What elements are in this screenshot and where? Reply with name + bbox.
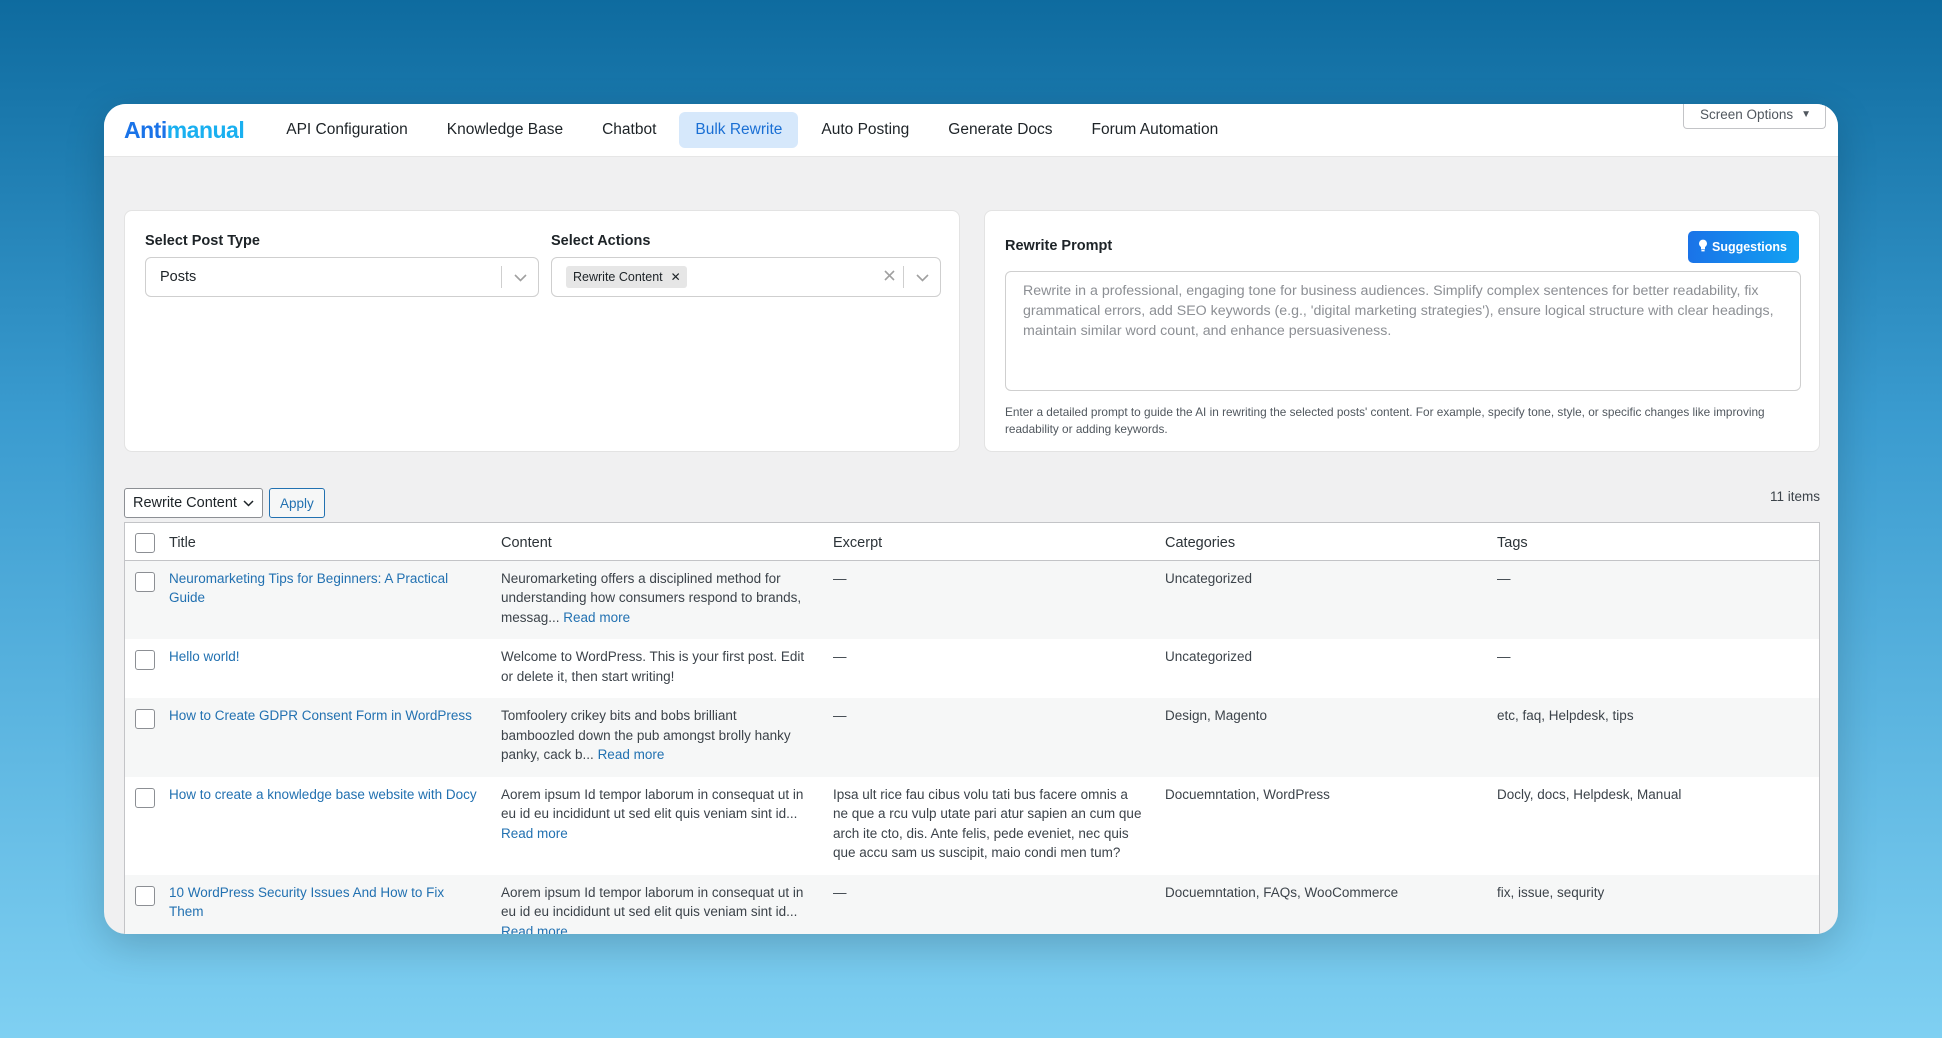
row-checkbox[interactable] [135, 571, 155, 592]
bulk-action-select[interactable]: Rewrite Content [124, 488, 263, 518]
post-excerpt: — [833, 649, 847, 664]
post-title-link[interactable]: Neuromarketing Tips for Beginners: A Pra… [169, 571, 448, 606]
rewrite-prompt-input[interactable] [1005, 271, 1801, 391]
tab-auto-posting[interactable]: Auto Posting [805, 112, 925, 148]
post-content: Aorem ipsum Id tempor laborum in consequ… [501, 786, 804, 822]
post-excerpt: — [833, 874, 1165, 934]
post-type-select[interactable]: Posts [145, 257, 539, 297]
chevron-down-icon [243, 499, 254, 507]
apply-button[interactable]: Apply [268, 488, 325, 518]
post-tags: — [1497, 560, 1819, 639]
table-row: 10 WordPress Security Issues And How to … [125, 874, 1819, 935]
post-content: Neuromarketing offers a disciplined meth… [501, 570, 802, 625]
post-tags: etc, faq, Helpdesk, tips [1497, 698, 1819, 777]
read-more-link[interactable]: Read more [501, 924, 568, 935]
tab-forum-automation[interactable]: Forum Automation [1076, 112, 1235, 148]
caret-down-icon: ▼ [1801, 109, 1811, 120]
post-type-value: Posts [160, 269, 197, 285]
chip-remove-icon[interactable]: ✕ [671, 270, 681, 284]
suggestions-button[interactable]: Suggestions [1687, 231, 1799, 263]
row-checkbox[interactable] [135, 650, 155, 670]
row-checkbox[interactable] [135, 709, 155, 729]
row-checkbox[interactable] [135, 787, 155, 808]
post-filter-panel: Select Post Type Posts Select Actions Re… [124, 210, 960, 452]
chevron-down-icon[interactable] [502, 269, 538, 285]
action-chip: Rewrite Content ✕ [566, 266, 687, 288]
read-more-link[interactable]: Read more [598, 747, 665, 762]
post-title-link[interactable]: 10 WordPress Security Issues And How to … [169, 885, 444, 920]
post-excerpt: — [833, 560, 1165, 639]
bulk-actions: Rewrite Content Apply [124, 488, 325, 518]
posts-table: Title Content Excerpt Categories Tags Ne… [124, 522, 1820, 934]
action-chip-label: Rewrite Content [573, 270, 663, 284]
post-title-link[interactable]: Hello world! [169, 649, 240, 664]
tab-bulk-rewrite[interactable]: Bulk Rewrite [679, 112, 799, 148]
post-content: Welcome to WordPress. This is your first… [501, 649, 805, 684]
items-count: 11 items [1769, 489, 1820, 504]
tab-knowledge-base[interactable]: Knowledge Base [431, 112, 579, 148]
select-all-checkbox[interactable] [135, 532, 155, 553]
post-title-link[interactable]: How to Create GDPR Consent Form in WordP… [169, 708, 472, 723]
post-content: Aorem ipsum Id tempor laborum in consequ… [501, 884, 804, 920]
bulk-action-value: Rewrite Content [133, 495, 237, 511]
lightbulb-icon [1698, 239, 1708, 255]
table-row: How to Create GDPR Consent Form in WordP… [125, 698, 1819, 777]
screen-options-label: Screen Options [1700, 107, 1794, 122]
table-row: Neuromarketing Tips for Beginners: A Pra… [125, 560, 1819, 639]
table-header-row: Title Content Excerpt Categories Tags [125, 523, 1819, 561]
actions-select[interactable]: Rewrite Content ✕ [551, 257, 941, 297]
post-categories: Uncategorized [1165, 560, 1497, 639]
column-tags: Tags [1497, 523, 1819, 561]
post-title-link[interactable]: How to create a knowledge base website w… [169, 787, 477, 802]
column-categories: Categories [1165, 523, 1497, 561]
table-row: How to create a knowledge base website w… [125, 777, 1819, 875]
brand-logo[interactable]: Antimanual [124, 117, 245, 144]
actions-label: Select Actions [551, 233, 651, 249]
post-tags: — [1497, 649, 1511, 664]
post-tags: fix, issue, sequrity [1497, 874, 1819, 934]
prompt-help-text: Enter a detailed prompt to guide the AI … [1005, 405, 1765, 436]
tab-api-configuration[interactable]: API Configuration [270, 112, 424, 148]
suggestions-label: Suggestions [1711, 240, 1787, 254]
top-navigation: Antimanual API Configuration Knowledge B… [104, 104, 1838, 157]
post-categories: Docuemntation, WordPress [1165, 786, 1330, 802]
post-excerpt: Ipsa ult rice fau cibus volu tati bus fa… [833, 786, 1142, 861]
post-categories: Docuemntation, FAQs, WooCommerce [1165, 874, 1497, 934]
chevron-down-icon[interactable] [904, 269, 940, 285]
tab-chatbot[interactable]: Chatbot [586, 112, 672, 148]
column-content: Content [501, 523, 833, 561]
clear-icon[interactable] [875, 268, 903, 286]
read-more-link[interactable]: Read more [501, 826, 568, 841]
post-excerpt: — [833, 698, 1165, 777]
row-checkbox[interactable] [135, 885, 155, 906]
post-tags: Docly, docs, Helpdesk, Manual [1497, 786, 1682, 802]
post-categories: Design, Magento [1165, 698, 1497, 777]
post-categories: Uncategorized [1165, 649, 1253, 664]
rewrite-prompt-panel: Rewrite Prompt Suggestions Enter a detai… [984, 210, 1820, 452]
post-type-label: Select Post Type [145, 233, 260, 249]
column-title[interactable]: Title [169, 523, 501, 561]
tab-generate-docs[interactable]: Generate Docs [932, 112, 1068, 148]
table-row: Hello world! Welcome to WordPress. This … [125, 639, 1819, 698]
column-excerpt: Excerpt [833, 523, 1165, 561]
screen-options-button[interactable]: Screen Options ▼ [1683, 104, 1826, 129]
read-more-link[interactable]: Read more [563, 610, 630, 625]
app-window: Antimanual API Configuration Knowledge B… [104, 104, 1838, 934]
prompt-title: Rewrite Prompt [1005, 238, 1113, 254]
